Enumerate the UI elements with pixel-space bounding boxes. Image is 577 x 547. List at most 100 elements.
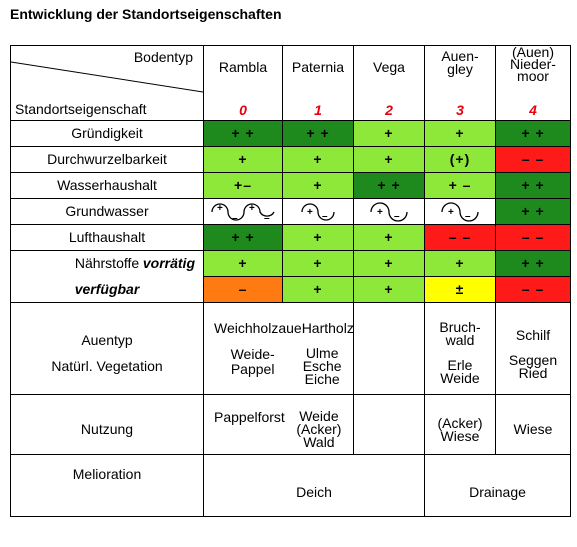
col-header-rambla: Rambla 0	[203, 45, 283, 121]
cell: +	[353, 276, 425, 303]
svg-text:–: –	[264, 213, 270, 223]
row-lufthaushalt: Lufthaushalt + + + + – – – –	[10, 224, 571, 251]
groundwater-fluctuation-icon: + –	[353, 198, 425, 225]
bodentyp-label: Bodentyp	[133, 49, 193, 65]
erle-weide-label: Erle Weide	[440, 356, 480, 386]
cell: + +	[495, 172, 571, 199]
cell: –	[203, 276, 283, 303]
row-gruendigkeit: Gründigkeit + + + + + + + +	[10, 120, 571, 147]
corner-header-cell: Bodentyp Standortseigenschaft	[10, 45, 204, 121]
weide-acker-wald-label: Weide (Acker) Wald	[296, 408, 342, 450]
groundwater-fluctuation-icon: + – + –	[203, 198, 283, 225]
row-naehrstoffe-verfuegbar: verfügbar – + + ± – –	[10, 276, 571, 303]
verfuegbar-label: verfügbar	[10, 276, 204, 303]
nutzung-niedermoor-cell: Wiese	[495, 394, 571, 455]
col-header-paternia: Paternia 1	[282, 45, 354, 121]
vega-lower-cell	[353, 302, 425, 395]
bruchwald-label: Bruch- wald	[439, 318, 481, 348]
row-melioration: Melioration Deich Drainage	[10, 454, 571, 517]
cell: + +	[495, 198, 571, 225]
svg-text:+: +	[249, 203, 255, 214]
cell: +–	[203, 172, 283, 199]
cell: +	[282, 146, 354, 173]
cell: + +	[203, 224, 283, 251]
cell: – –	[424, 224, 496, 251]
header-row: Bodentyp Standortseigenschaft Rambla 0 Pa…	[10, 45, 571, 121]
cell: +	[282, 276, 354, 303]
naehrstoffe-label: Nährstoffe	[74, 255, 140, 272]
nutzung-label: Nutzung	[10, 394, 204, 455]
nutzung-rambla-paternia-cell: Pappelforst Weide (Acker) Wald	[203, 394, 354, 455]
svg-text:–: –	[394, 211, 400, 222]
row-auentyp-vegetation: Auentyp Natürl. Vegetation Weichholzaue …	[10, 302, 571, 395]
cell: +	[353, 224, 425, 251]
vorraetig-label: vorrätig	[142, 255, 195, 271]
nutzung-auengley-cell: (Acker) Wiese	[424, 394, 496, 455]
svg-text:+: +	[217, 203, 223, 214]
cell: + +	[353, 172, 425, 199]
cell: +	[282, 224, 354, 251]
cell: +	[203, 146, 283, 173]
drainage-label: Drainage	[424, 454, 571, 517]
soil-properties-table: Bodentyp Standortseigenschaft Rambla 0 Pa…	[10, 45, 571, 517]
cell: + +	[495, 250, 571, 277]
cell: +	[353, 120, 425, 147]
bruchwald-cell: Bruch- wald Erle Weide	[424, 302, 496, 395]
row-label: Auentyp Natürl. Vegetation	[10, 302, 204, 395]
row-label: Lufthaushalt	[10, 224, 204, 251]
schilf-label: Schilf	[515, 326, 551, 343]
col-header-niedermoor: (Auen) Nieder- moor 4	[495, 45, 571, 121]
cell: + –	[424, 172, 496, 199]
cell: +	[203, 250, 283, 277]
row-label: Nährstoffe vorrätig	[10, 250, 204, 277]
ulme-esche-eiche-label: Ulme Esche Eiche	[302, 345, 342, 387]
cell: – –	[495, 276, 571, 303]
wiese-label: Wiese	[513, 421, 553, 437]
schilf-cell: Schilf Seggen Ried	[495, 302, 571, 395]
acker-wiese-label: (Acker) Wiese	[437, 414, 483, 444]
cell: +	[282, 250, 354, 277]
svg-text:+: +	[448, 207, 454, 218]
groundwater-fluctuation-icon: + –	[424, 198, 496, 225]
cell: +	[424, 250, 496, 277]
weide-pappel-label: Weide-Pappel	[230, 346, 275, 377]
deich-label: Deich	[203, 454, 425, 517]
row-label: Wasserhaushalt	[10, 172, 204, 199]
groundwater-fluctuation-icon: + –	[282, 198, 354, 225]
cell: (+)	[424, 146, 496, 173]
row-naehrstoffe-vorraetig: Nährstoffe vorrätig + + + + + +	[10, 250, 571, 277]
svg-text:–: –	[465, 211, 471, 222]
row-label: Grundwasser	[10, 198, 204, 225]
cell: – –	[495, 146, 571, 173]
col-header-vega: Vega 2	[353, 45, 425, 121]
cell: +	[353, 146, 425, 173]
cell: + +	[495, 120, 571, 147]
page-title: Entwicklung der Standortseigenschaften	[10, 6, 282, 22]
pappelforst-label: Pappelforst	[214, 409, 285, 425]
row-label: Durchwurzelbarkeit	[10, 146, 204, 173]
nutzung-vega-cell	[353, 394, 425, 455]
cell: + +	[282, 120, 354, 147]
col-header-auengley: Auen- gley 3	[424, 45, 496, 121]
row-nutzung: Nutzung Pappelforst Weide (Acker) Wald (…	[10, 394, 571, 455]
row-grundwasser: Grundwasser + – + – + – + – + – + +	[10, 198, 571, 225]
row-durchwurzelbarkeit: Durchwurzelbarkeit + + + (+) – –	[10, 146, 571, 173]
melioration-label: Melioration	[10, 454, 204, 517]
standortseigenschaft-label: Standortseigenschaft	[15, 101, 147, 117]
vegetation-label: Natürl. Vegetation	[51, 358, 163, 374]
cell: +	[424, 120, 496, 147]
row-label: Gründigkeit	[10, 120, 204, 147]
cell: +	[282, 172, 354, 199]
auentyp-label: Auentyp	[81, 332, 133, 348]
cell: +	[353, 250, 425, 277]
weich-hart-cell: Weichholzaue Hartholzaue Weide-Pappel Ul…	[203, 302, 354, 395]
svg-text:+: +	[307, 207, 313, 218]
cell: + +	[203, 120, 283, 147]
svg-text:–: –	[322, 211, 328, 222]
seggen-ried-label: Seggen Ried	[508, 351, 558, 381]
cell: – –	[495, 224, 571, 251]
svg-text:+: +	[377, 207, 383, 218]
weichholzaue-label: Weichholzaue	[214, 320, 302, 336]
hartholzaue-label: Hartholzaue	[301, 320, 354, 336]
cell: ±	[424, 276, 496, 303]
